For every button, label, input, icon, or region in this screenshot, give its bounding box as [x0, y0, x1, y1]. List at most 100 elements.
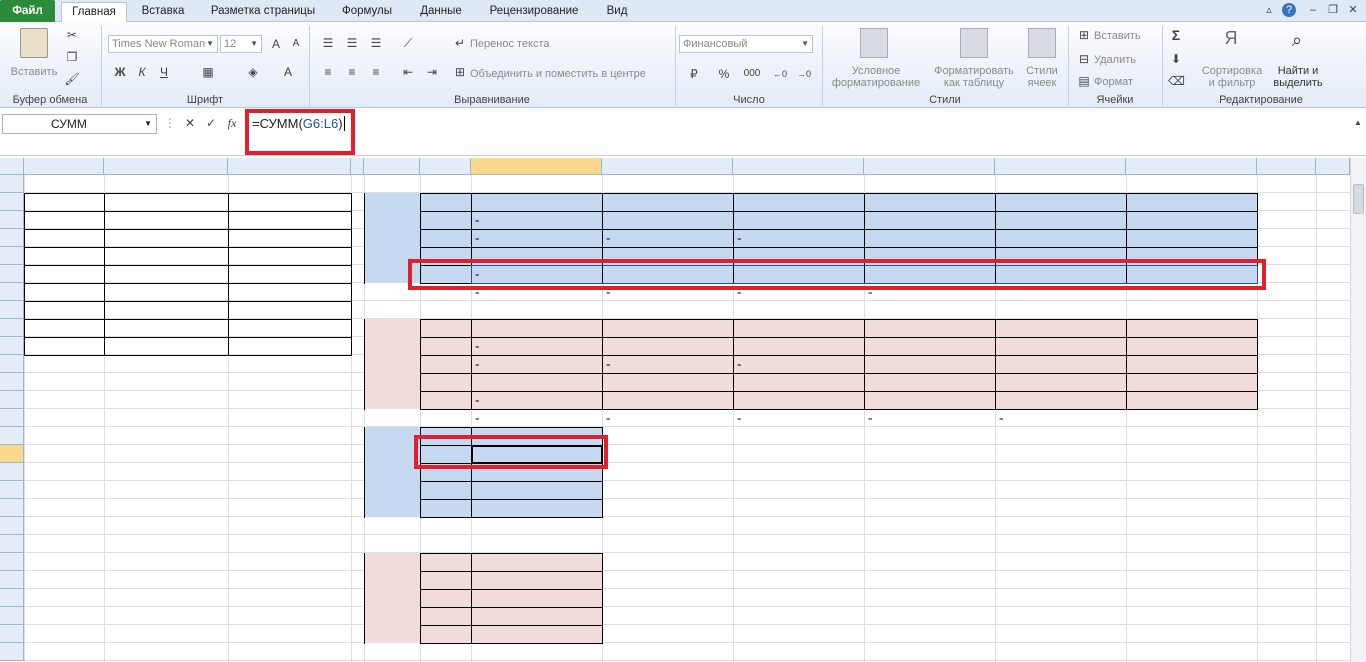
value-cell[interactable] [604, 373, 730, 391]
value-cell[interactable] [473, 355, 599, 373]
row-header-2[interactable] [0, 193, 24, 211]
align-right-icon[interactable]: ≡ [368, 65, 384, 79]
value-cell[interactable] [997, 229, 1123, 247]
period-header[interactable] [997, 319, 1123, 337]
underline-button[interactable]: Ч [156, 65, 172, 79]
align-middle-icon[interactable]: ☰ [344, 36, 360, 50]
metric-value[interactable] [473, 607, 599, 625]
period-header[interactable] [735, 193, 861, 211]
borders-icon[interactable]: ▦ [200, 65, 216, 79]
value-cell[interactable] [1128, 373, 1254, 391]
formula-input[interactable]: =СУММ(G6:L6) [252, 115, 1348, 137]
delete-cells-button[interactable]: Удалить [1094, 54, 1136, 66]
fill-color-icon[interactable]: ◈ [245, 65, 261, 79]
format-as-table-icon[interactable] [960, 28, 988, 58]
row-header-11[interactable] [0, 355, 24, 373]
row-header-10[interactable] [0, 337, 24, 355]
value-cell[interactable] [866, 373, 992, 391]
column-header-f[interactable] [420, 158, 471, 175]
value-cell[interactable] [997, 337, 1123, 355]
invest-value-2[interactable] [230, 211, 348, 229]
indicator-label[interactable] [422, 373, 468, 391]
row-header-26[interactable] [0, 625, 24, 643]
left-head-2[interactable] [230, 193, 348, 211]
tab-data[interactable]: Данные [410, 2, 472, 22]
row-header-6[interactable] [0, 265, 24, 283]
insert-cells-icon[interactable]: ⊞ [1076, 28, 1092, 42]
value-cell[interactable] [473, 337, 599, 355]
metric-value[interactable] [473, 553, 599, 571]
currency-icon[interactable]: ₽ [686, 67, 702, 81]
value-cell[interactable] [604, 337, 730, 355]
metric-value[interactable] [473, 499, 599, 517]
paste-icon[interactable] [20, 28, 48, 58]
fill-icon[interactable]: ⬇ [1168, 52, 1184, 66]
row-header-19[interactable] [0, 499, 24, 517]
column-header-c[interactable] [228, 158, 351, 175]
font-name-combo[interactable]: Times New Roman ▼ [108, 35, 218, 53]
year-value-1[interactable] [106, 283, 225, 301]
sort-filter-label-1[interactable]: Сортировка [1196, 65, 1268, 77]
enter-icon[interactable]: ✓ [203, 116, 219, 130]
value-cell[interactable] [735, 211, 861, 229]
value-cell[interactable] [1128, 211, 1254, 229]
value-cell[interactable] [604, 391, 730, 409]
metric-label[interactable] [422, 499, 468, 517]
thousands-button[interactable]: 000 [740, 67, 764, 81]
value-cell[interactable] [997, 391, 1123, 409]
column-header-a[interactable] [24, 158, 104, 175]
year-label[interactable] [26, 301, 101, 319]
column-header-k[interactable] [995, 158, 1126, 175]
font-color-icon[interactable]: A [280, 65, 296, 79]
period-header[interactable] [473, 319, 599, 337]
period-header[interactable] [604, 193, 730, 211]
period-header[interactable] [1128, 319, 1254, 337]
period-header[interactable] [473, 193, 599, 211]
delete-cells-icon[interactable]: ⊟ [1076, 52, 1092, 66]
year-label[interactable] [26, 265, 101, 283]
italic-button[interactable]: К [134, 65, 150, 79]
year-value-2[interactable] [230, 301, 348, 319]
align-top-icon[interactable]: ☰ [320, 36, 336, 50]
column-header-d[interactable] [351, 158, 364, 175]
align-bottom-icon[interactable]: ☰ [368, 36, 384, 50]
invest-label[interactable] [26, 211, 101, 229]
period-header[interactable] [866, 319, 992, 337]
value-cell[interactable] [1128, 337, 1254, 355]
left-head-1[interactable] [106, 193, 225, 211]
vertical-scrollbar[interactable] [1350, 158, 1366, 662]
wrap-text-button[interactable]: Перенос текста [470, 38, 550, 50]
find-select-label-2[interactable]: выделить [1270, 77, 1326, 89]
column-header-g[interactable] [471, 158, 602, 175]
year-label[interactable] [26, 319, 101, 337]
tab-view[interactable]: Вид [596, 2, 638, 22]
indicator-label[interactable] [422, 229, 468, 247]
rate-label[interactable] [26, 337, 225, 355]
value-cell[interactable] [866, 355, 992, 373]
grow-font-icon[interactable]: A [268, 37, 284, 51]
row-header-5[interactable] [0, 247, 24, 265]
value-cell[interactable] [735, 355, 861, 373]
year-value-1[interactable] [106, 301, 225, 319]
value-cell[interactable] [735, 391, 861, 409]
decrease-indent-icon[interactable]: ⇤ [400, 65, 416, 79]
value-cell[interactable] [604, 355, 730, 373]
period-header[interactable] [997, 193, 1123, 211]
metric-value[interactable] [473, 481, 599, 499]
metric-value[interactable] [473, 589, 599, 607]
value-cell[interactable] [735, 409, 861, 427]
tab-insert[interactable]: Вставка [134, 2, 192, 22]
income-label[interactable] [26, 229, 101, 247]
value-cell[interactable] [473, 229, 599, 247]
align-center-icon[interactable]: ≡ [344, 65, 360, 79]
year-label[interactable] [26, 283, 101, 301]
merge-center-icon[interactable]: ⊞ [452, 65, 468, 79]
column-header-m[interactable] [1257, 158, 1316, 175]
conditional-formatting-label-1[interactable]: Условное [826, 65, 926, 77]
row-header-9[interactable] [0, 319, 24, 337]
metric-label[interactable] [422, 571, 468, 589]
period-header[interactable] [1128, 193, 1254, 211]
indicator-label[interactable] [422, 355, 468, 373]
year-value-1[interactable] [106, 319, 225, 337]
close-icon[interactable]: ✕ [1346, 3, 1360, 17]
